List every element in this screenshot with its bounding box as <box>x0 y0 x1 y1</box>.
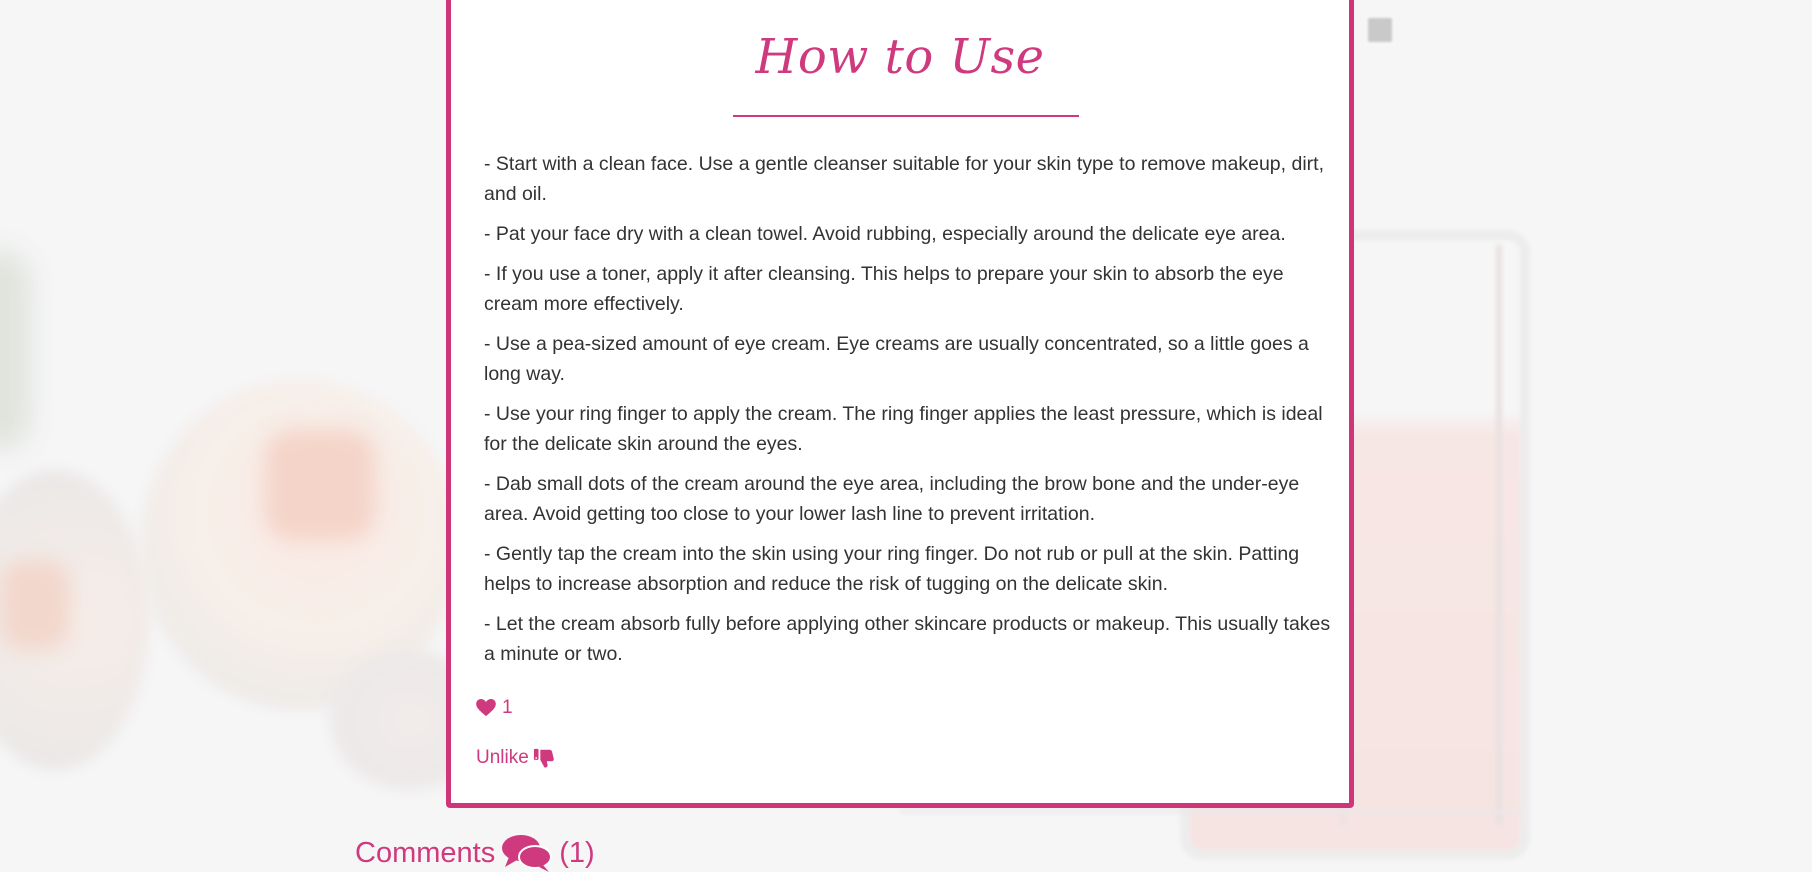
step-item: - Use your ring finger to apply the crea… <box>484 403 1323 455</box>
comments-count: (1) <box>559 836 595 869</box>
unlike-button[interactable]: Unlike <box>476 747 555 769</box>
like-count-value: 1 <box>502 697 513 718</box>
comments-label: Comments <box>355 836 496 869</box>
section-title: How to Use <box>755 29 1045 85</box>
heart-icon <box>476 699 496 717</box>
bg-leaf <box>0 250 30 450</box>
like-count: 1 <box>476 697 513 719</box>
title-divider <box>733 115 1079 117</box>
thumbs-down-icon <box>533 747 555 769</box>
comments-heading: Comments (1) <box>355 833 595 872</box>
step-item: - Gently tap the cream into the skin usi… <box>484 543 1300 595</box>
how-to-use-card: How to Use - Start with a clean face. Us… <box>446 0 1354 808</box>
bg-bottle-base <box>900 810 1520 843</box>
step-item: - Pat your face dry with a clean towel. … <box>484 223 1286 245</box>
comments-icon <box>501 833 553 872</box>
unlike-label: Unlike <box>476 747 529 768</box>
bg-flower-center <box>265 430 375 540</box>
bg-bottle-cap <box>1368 18 1392 42</box>
bg-bottle-edge <box>1340 245 1502 825</box>
step-item: - If you use a toner, apply it after cle… <box>484 263 1284 315</box>
step-item: - Start with a clean face. Use a gentle … <box>484 153 1324 205</box>
step-item: - Dab small dots of the cream around the… <box>484 473 1300 525</box>
steps-list: - Start with a clean face. Use a gentle … <box>484 149 1334 679</box>
step-item: - Let the cream absorb fully before appl… <box>484 613 1331 665</box>
step-item: - Use a pea-sized amount of eye cream. E… <box>484 333 1309 385</box>
bg-flower-left-center <box>0 560 70 650</box>
